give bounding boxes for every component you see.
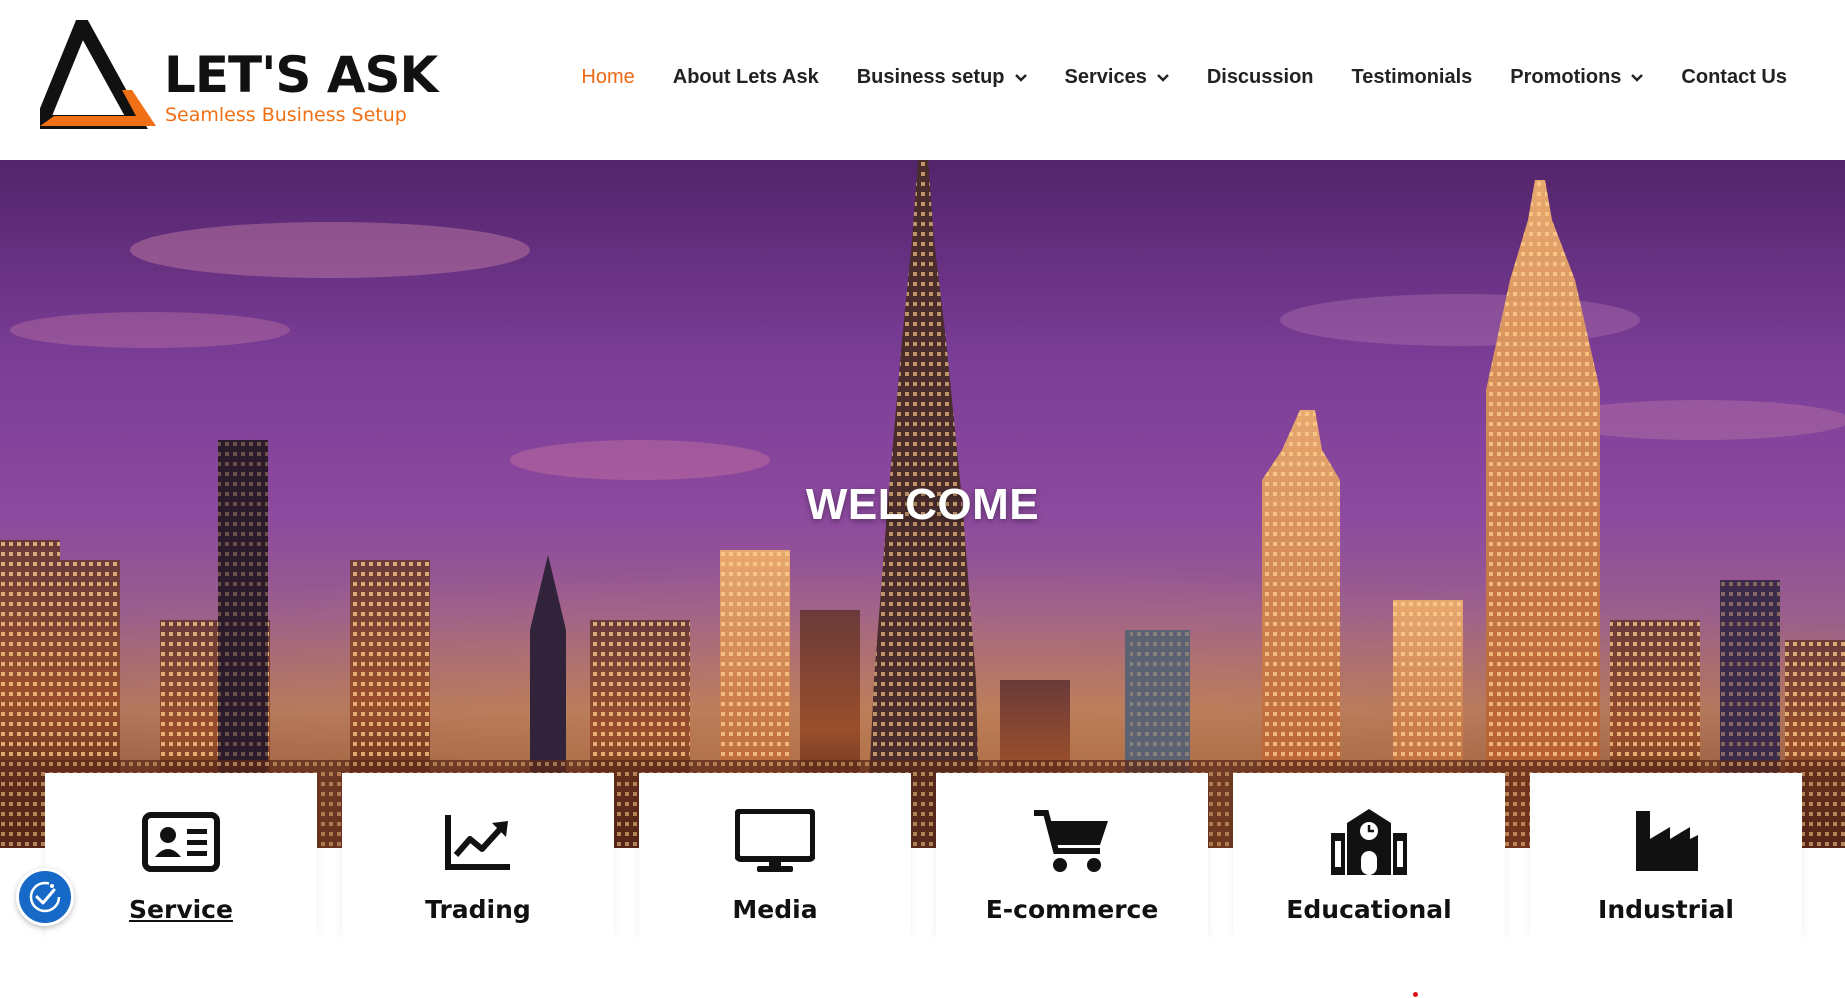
- licence-cards: Service Trading Media E-commerce Educati…: [45, 773, 1802, 938]
- nav-testimonials-label: Testimonials: [1351, 66, 1473, 88]
- nav-promotions[interactable]: Promotions: [1510, 66, 1644, 89]
- card-label: Industrial: [1598, 895, 1734, 924]
- nav-about-label: About Lets Ask: [672, 66, 819, 88]
- nav-home[interactable]: Home: [581, 66, 634, 89]
- nav-services-label: Services: [1064, 66, 1147, 88]
- logo-brand-text: LET'S ASK: [164, 46, 438, 104]
- main-nav: Home About Lets Ask Business setup Servi…: [543, 66, 1787, 89]
- site-logo[interactable]: LET'S ASK Seamless Business Setup: [40, 20, 438, 140]
- chevron-down-icon: [1156, 73, 1169, 82]
- nav-contact-label: Contact Us: [1681, 66, 1787, 88]
- card-industrial-licence[interactable]: Industrial: [1530, 773, 1802, 938]
- nav-business-setup-label: Business setup: [856, 66, 1005, 88]
- hero-title: WELCOME: [805, 480, 1040, 529]
- page-content-area: [0, 938, 1845, 998]
- card-label: Trading: [425, 895, 531, 924]
- nav-services[interactable]: Services: [1065, 66, 1169, 89]
- nav-business-setup[interactable]: Business setup: [857, 66, 1027, 89]
- card-label: Media: [732, 895, 818, 924]
- hero-banner: WELCOME: [0, 160, 1845, 848]
- factory-icon: [1636, 811, 1698, 871]
- decorative-dot: [1413, 992, 1418, 997]
- site-header: LET'S ASK Seamless Business Setup Home A…: [0, 0, 1845, 160]
- logo-tagline: Seamless Business Setup: [165, 104, 407, 126]
- card-educational-licence[interactable]: Educational: [1233, 773, 1505, 938]
- card-label[interactable]: Service: [45, 895, 317, 925]
- nav-testimonials[interactable]: Testimonials: [1352, 66, 1473, 89]
- card-label: Educational: [1286, 895, 1452, 924]
- chevron-down-icon: [1631, 73, 1644, 82]
- nav-contact[interactable]: Contact Us: [1681, 66, 1787, 89]
- accessibility-icon: [29, 881, 61, 913]
- nav-discussion[interactable]: Discussion: [1207, 66, 1314, 89]
- card-media-licence[interactable]: Media: [639, 773, 911, 938]
- card-label: E-commerce: [985, 895, 1159, 924]
- nav-home-label: Home: [581, 66, 635, 88]
- card-service-licence[interactable]: Service: [45, 773, 317, 938]
- nav-about[interactable]: About Lets Ask: [673, 66, 819, 89]
- id-card-icon: [142, 812, 220, 872]
- nav-promotions-label: Promotions: [1510, 66, 1622, 88]
- logo-triangle-icon: [40, 20, 156, 129]
- card-trading-licence[interactable]: Trading: [342, 773, 614, 938]
- chevron-down-icon: [1014, 73, 1027, 82]
- desktop-monitor-icon: [735, 809, 815, 872]
- nav-discussion-label: Discussion: [1206, 66, 1314, 88]
- shopping-cart-icon: [1034, 810, 1108, 872]
- school-building-icon: [1331, 809, 1407, 875]
- card-ecommerce-licence[interactable]: E-commerce: [936, 773, 1208, 938]
- accessibility-button[interactable]: [16, 868, 74, 926]
- chart-line-icon: [445, 815, 510, 870]
